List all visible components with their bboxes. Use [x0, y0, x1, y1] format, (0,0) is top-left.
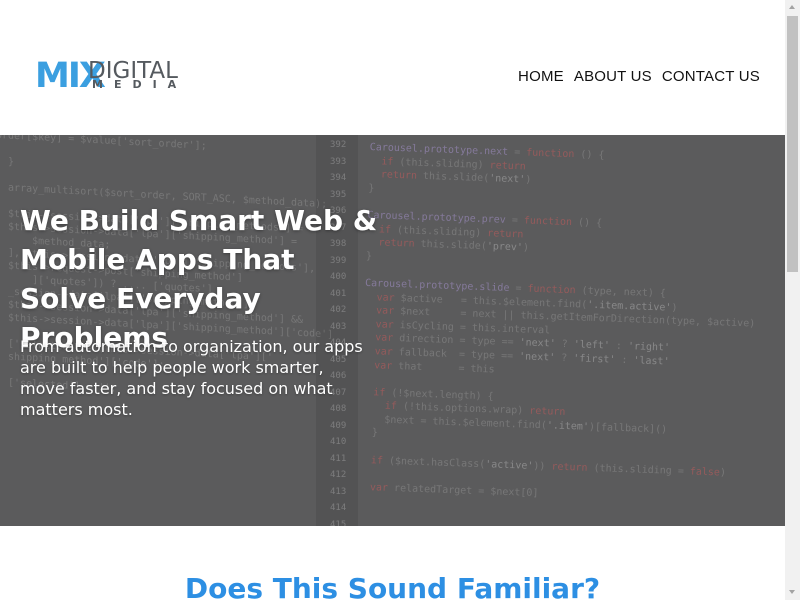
scrollbar-thumb[interactable] [787, 16, 798, 272]
section-heading: Does This Sound Familiar? [184, 572, 601, 600]
main-nav: HOME ABOUT US CONTACT US [518, 68, 760, 85]
page: MIX DIGITAL MEDIA HOME ABOUT US CONTACT … [0, 0, 785, 600]
logo-media-text: MEDIA [92, 78, 188, 91]
site-header: MIX DIGITAL MEDIA HOME ABOUT US CONTACT … [0, 0, 785, 135]
scroll-up-arrow-icon[interactable] [785, 0, 800, 15]
hero-banner: order[$key] = $value['sort_order']; } ar… [0, 135, 785, 526]
nav-home-link[interactable]: HOME [518, 68, 564, 85]
logo[interactable]: MIX DIGITAL MEDIA [35, 58, 195, 98]
scroll-down-arrow-icon[interactable] [785, 585, 800, 600]
nav-contact-us-link[interactable]: CONTACT US [662, 68, 760, 85]
hero-title: We Build Smart Web & Mobile Apps That So… [20, 204, 378, 354]
nav-about-us-link[interactable]: ABOUT US [574, 68, 652, 85]
vertical-scrollbar[interactable] [785, 0, 800, 600]
hero-description: From automation to organization, our app… [20, 337, 363, 419]
